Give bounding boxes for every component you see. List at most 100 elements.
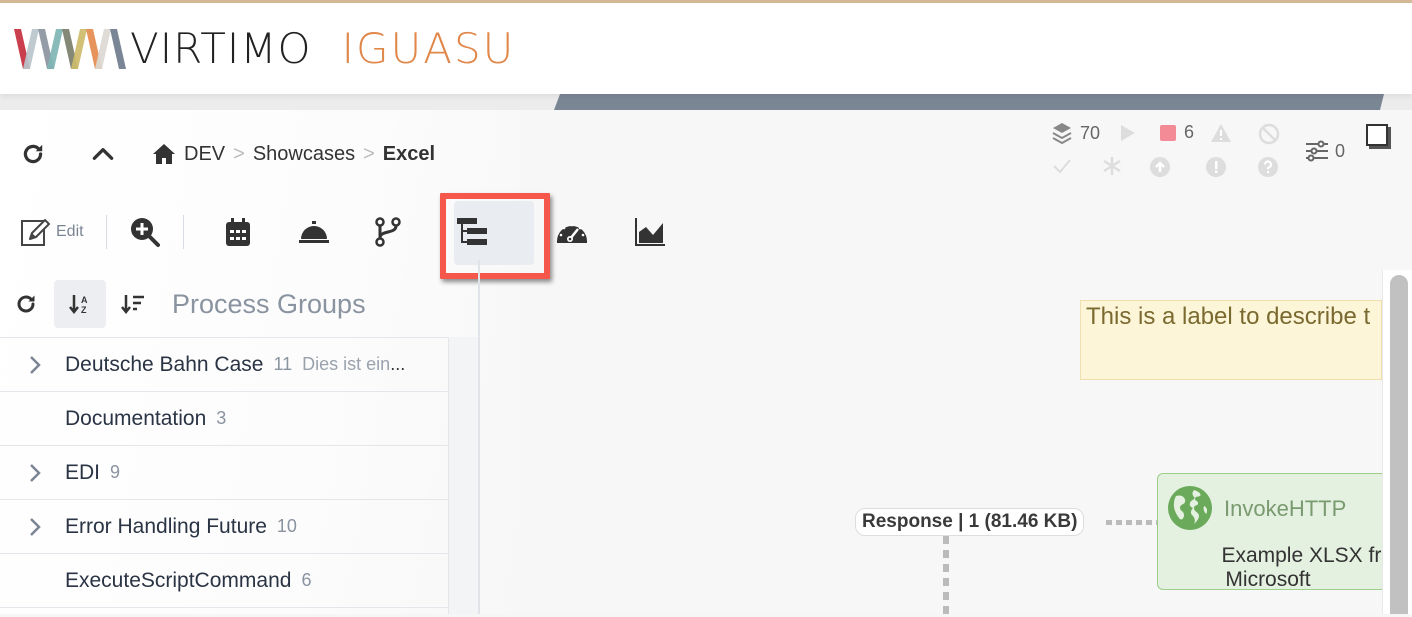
header-band-accent [554, 94, 1384, 110]
exclamation-circle-icon [1206, 157, 1226, 177]
branch-icon [374, 217, 401, 247]
sort-amount-icon [121, 295, 144, 315]
parameters-stat[interactable]: 0 [1305, 140, 1345, 162]
canvas-label[interactable]: This is a label to describe t [1080, 300, 1382, 380]
processor-type: InvokeHTTP [1224, 496, 1347, 521]
warning-stat [1210, 123, 1232, 143]
item-name: EDI [65, 460, 101, 484]
status-panel: 70 6 0 [1050, 120, 1350, 184]
breadcrumb: DEV > Showcases > Excel [152, 143, 435, 166]
product-name: IGUASU [341, 24, 516, 73]
disabled-stat [1258, 123, 1280, 145]
panel-divider[interactable] [478, 260, 480, 614]
process-groups-header: AZ Process Groups [8, 280, 366, 328]
service-bell-icon [298, 221, 329, 243]
list-item[interactable]: Deutsche Bahn Case 11 Dies ist ein ... [0, 337, 448, 391]
item-name: Error Handling Future [65, 514, 267, 538]
connection-line[interactable] [1106, 520, 1158, 525]
modified-stale-stat [1206, 157, 1226, 177]
area-chart-icon [634, 218, 665, 246]
sort-alpha-icon: AZ [69, 295, 88, 315]
breadcrumb-separator: > [363, 142, 375, 165]
virtimo-logo-icon [14, 29, 126, 69]
calendar-button[interactable] [212, 208, 264, 256]
list-item[interactable]: EDI 9 [0, 445, 448, 499]
toggle-panel-icon[interactable] [1366, 124, 1388, 146]
arrow-up-circle-icon [1150, 157, 1170, 177]
edit-label: Edit [56, 223, 84, 240]
item-name: Documentation [65, 406, 207, 430]
item-description: Dies ist ein [302, 354, 391, 374]
running-stat [1120, 124, 1136, 142]
chevron-right-icon[interactable] [28, 517, 46, 537]
list-item[interactable]: Documentation 3 [0, 391, 448, 445]
question-circle-icon [1258, 157, 1278, 177]
toolbar-divider [105, 215, 107, 249]
chevron-up-icon[interactable] [90, 141, 116, 167]
processor-name-line-2: Microsoft [1225, 568, 1311, 590]
warning-icon [1211, 124, 1231, 142]
up-to-date-stat [1052, 158, 1072, 174]
list-item[interactable] [0, 607, 448, 617]
chevron-right-icon[interactable] [28, 463, 46, 483]
sort-amount-button[interactable] [120, 293, 146, 315]
svg-text:A: A [81, 295, 88, 305]
parameters-count: 0 [1335, 140, 1346, 161]
zoom-in-button[interactable] [129, 216, 161, 248]
toolbar-divider [182, 215, 184, 249]
locally-modified-stat [1102, 156, 1122, 176]
item-count: 10 [276, 516, 297, 536]
total-count: 70 [1080, 122, 1101, 143]
breadcrumb-showcases[interactable]: Showcases [253, 143, 355, 166]
refresh-icon[interactable] [20, 141, 46, 167]
layers-icon [1052, 123, 1072, 144]
breadcrumb-dev[interactable]: DEV [184, 143, 225, 166]
processor-name-line-1: Example XLSX from [1221, 544, 1386, 567]
breadcrumb-separator: > [233, 142, 245, 165]
connection-line[interactable] [943, 536, 949, 614]
item-name: ExecuteScriptCommand [65, 568, 292, 592]
play-icon [1121, 125, 1135, 141]
chevron-right-icon[interactable] [28, 355, 46, 375]
item-count: 9 [110, 462, 121, 482]
refresh-list-icon[interactable] [8, 292, 44, 316]
edit-button[interactable]: Edit [20, 217, 84, 247]
processor-invokehttp[interactable]: InvokeHTTP Example XLSX from Microsoft [1157, 473, 1387, 590]
item-count: 11 [273, 354, 293, 374]
stop-icon [1160, 124, 1176, 141]
breadcrumb-excel: Excel [382, 142, 436, 165]
item-ellipsis: ... [390, 354, 406, 374]
brand-name: VIRTIMO [130, 24, 312, 73]
toolbar: Edit [20, 208, 676, 256]
logo[interactable]: VIRTIMO IGUASU [14, 25, 515, 73]
connection-label[interactable]: Response | 1 (81.46 KB) [855, 508, 1085, 536]
list-item[interactable]: ExecuteScriptCommand 6 [0, 553, 448, 607]
home-icon[interactable] [152, 143, 176, 165]
processor-name: Example XLSX from Microsoft [1158, 544, 1386, 590]
stale-stat [1150, 157, 1170, 177]
process-groups-title: Process Groups [172, 288, 366, 319]
gauge-button[interactable] [546, 208, 598, 256]
item-count: 3 [216, 408, 227, 428]
nav-row: DEV > Showcases > Excel [20, 138, 435, 170]
stopped-stat: 6 [1160, 122, 1194, 143]
svg-text:Z: Z [81, 305, 87, 315]
branch-button[interactable] [362, 208, 414, 256]
sync-failure-stat [1258, 157, 1278, 177]
total-components-stat: 70 [1052, 122, 1100, 144]
zoom-in-icon [130, 218, 160, 247]
edit-icon [21, 219, 50, 246]
disabled-icon [1258, 123, 1280, 145]
stopped-count: 6 [1184, 122, 1195, 142]
list-item[interactable]: Error Handling Future 10 [0, 499, 448, 553]
chart-button[interactable] [624, 208, 676, 256]
sliders-icon [1306, 140, 1328, 162]
top-bar: VIRTIMO IGUASU [0, 0, 1412, 94]
canvas-scrollbar-thumb[interactable] [1390, 275, 1408, 614]
process-group-list: Deutsche Bahn Case 11 Dies ist ein ... D… [0, 337, 448, 617]
sort-alpha-button[interactable]: AZ [54, 280, 106, 328]
bell-button[interactable] [288, 208, 340, 256]
globe-icon [1168, 486, 1212, 530]
logo-stripe [110, 29, 126, 69]
list-scroll-gutter [448, 337, 478, 614]
